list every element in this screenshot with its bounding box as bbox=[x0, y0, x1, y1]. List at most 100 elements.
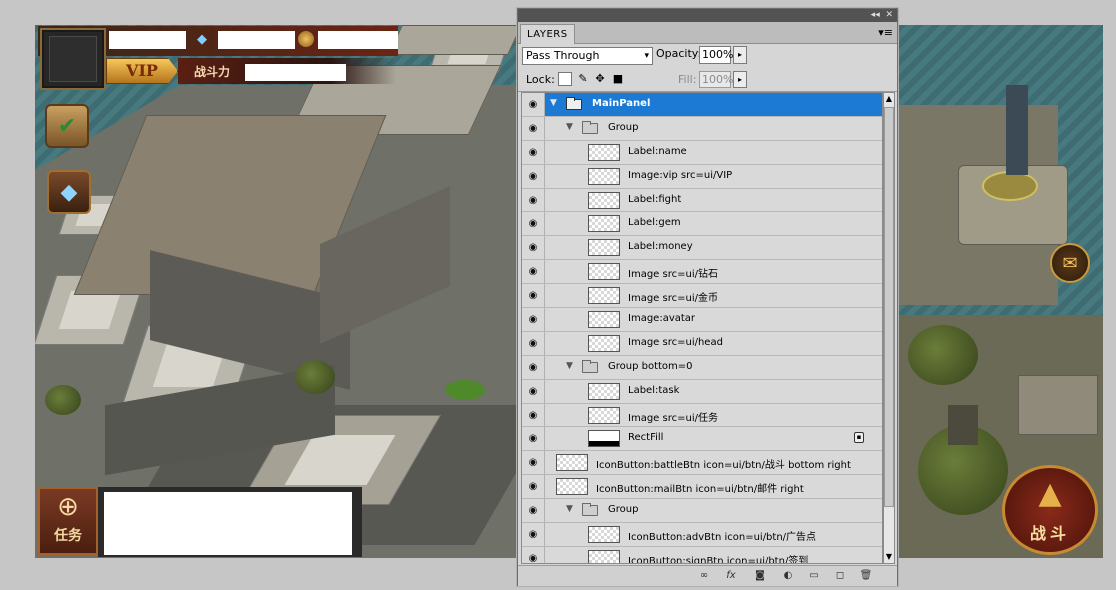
scroll-up-icon[interactable]: ▲ bbox=[884, 93, 894, 105]
layer-thumbnail bbox=[588, 287, 620, 305]
opacity-stepper[interactable]: ▸ bbox=[733, 46, 747, 64]
layer-thumbnail bbox=[588, 549, 620, 563]
layer-name: RectFill bbox=[628, 432, 664, 444]
eye-icon[interactable]: ◉ bbox=[522, 331, 545, 355]
add-mask-icon[interactable]: ◙ bbox=[752, 569, 768, 583]
battle-button[interactable]: ▲ 战斗 bbox=[1002, 465, 1098, 555]
eye-icon[interactable]: ◉ bbox=[522, 355, 545, 379]
layer-name: IconButton:battleBtn icon=ui/btn/战斗 bott… bbox=[596, 460, 851, 472]
adjustment-layer-icon[interactable]: ◐ bbox=[780, 569, 796, 583]
layer-row[interactable]: ◉ Image:vip src=ui/VIP bbox=[522, 164, 882, 189]
treasure-chest-icon[interactable]: ◆ bbox=[47, 170, 91, 214]
layer-name: Label:fight bbox=[628, 193, 682, 205]
eye-icon[interactable]: ◉ bbox=[522, 260, 545, 284]
eye-icon[interactable]: ◉ bbox=[522, 140, 545, 164]
eye-icon[interactable]: ◉ bbox=[522, 499, 545, 523]
lock-all-icon[interactable]: ■ bbox=[611, 72, 625, 86]
eye-icon[interactable]: ◉ bbox=[522, 212, 545, 236]
layer-name: Image src=ui/head bbox=[628, 336, 723, 348]
layer-name: Label:task bbox=[628, 384, 680, 396]
fight-label: 战斗力 bbox=[194, 65, 231, 79]
panel-tab-row: LAYERS ▾≡ bbox=[518, 22, 897, 44]
layer-row[interactable]: ◉ Label:money bbox=[522, 236, 882, 261]
eye-icon[interactable]: ◉ bbox=[522, 116, 545, 140]
layer-row[interactable]: ◉ RectFill ▪ bbox=[522, 427, 882, 452]
layer-row[interactable]: ◉ IconButton:battleBtn icon=ui/btn/战斗 bot… bbox=[522, 451, 882, 476]
helipad-mark bbox=[982, 171, 1038, 201]
layer-row[interactable]: ◉ IconButton:advBtn icon=ui/btn/广告点 bbox=[522, 523, 882, 547]
layer-row[interactable]: ◉ IconButton:signBtn icon=ui/btn/签到 bbox=[522, 546, 882, 563]
radar-tower bbox=[1006, 85, 1028, 175]
tree bbox=[295, 360, 335, 394]
eye-icon[interactable]: ◉ bbox=[522, 451, 545, 475]
eye-icon[interactable]: ◉ bbox=[522, 427, 545, 451]
layer-row[interactable]: ◉ Image src=ui/任务 bbox=[522, 403, 882, 428]
eye-icon[interactable]: ◉ bbox=[522, 475, 545, 499]
link-layers-icon[interactable]: ∞ bbox=[696, 569, 712, 583]
expand-triangle-icon[interactable]: ▼ bbox=[566, 504, 573, 514]
layer-name: Image:vip src=ui/VIP bbox=[628, 169, 733, 181]
layer-group-row[interactable]: ◉ ▼ Group bbox=[522, 499, 882, 524]
vip-badge[interactable]: VIP bbox=[106, 58, 178, 84]
avatar[interactable] bbox=[40, 28, 106, 90]
eye-icon[interactable]: ◉ bbox=[522, 164, 545, 188]
layer-row[interactable]: ◉ Label:name bbox=[522, 140, 882, 165]
game-scene-left bbox=[35, 25, 518, 558]
lock-brush-icon[interactable]: ✎ bbox=[576, 72, 590, 86]
blend-mode-value: Pass Through bbox=[526, 49, 600, 62]
layer-row[interactable]: ◉ Image src=ui/head bbox=[522, 331, 882, 356]
canvas: ◆ VIP 战斗力 ✔ ◆ ⊕ 任务 ✉ ▲ 战斗 ◂◂ ✕ LAYERS ▾≡… bbox=[0, 0, 1116, 590]
layer-row[interactable]: ◉ Image src=ui/金币 bbox=[522, 284, 882, 309]
panel-menu-icon[interactable]: ▾≡ bbox=[878, 26, 893, 39]
trash-icon[interactable]: 🗑 bbox=[858, 569, 874, 583]
layer-row[interactable]: ◉ Image src=ui/钻石 bbox=[522, 260, 882, 285]
expand-triangle-icon[interactable]: ▼ bbox=[566, 361, 573, 371]
layer-row[interactable]: ◉ IconButton:mailBtn icon=ui/btn/邮件 right bbox=[522, 475, 882, 500]
fill-field[interactable]: 100% bbox=[699, 71, 733, 88]
tab-layers[interactable]: LAYERS bbox=[520, 24, 575, 44]
eye-icon[interactable]: ◉ bbox=[522, 284, 545, 308]
opacity-field[interactable]: 100% bbox=[699, 46, 733, 64]
layer-row[interactable]: ◉ Label:task bbox=[522, 379, 882, 404]
lock-transparency-icon[interactable] bbox=[558, 72, 572, 86]
lock-move-icon[interactable]: ✥ bbox=[593, 72, 607, 86]
eye-icon[interactable]: ◉ bbox=[522, 379, 545, 403]
fx-icon[interactable]: fx bbox=[723, 569, 739, 583]
layer-thumbnail bbox=[588, 167, 620, 185]
layer-row[interactable]: ◉ Label:gem bbox=[522, 212, 882, 237]
new-layer-icon[interactable]: ◻ bbox=[832, 569, 848, 583]
task-button[interactable]: ⊕ 任务 bbox=[38, 487, 98, 555]
eye-icon[interactable]: ◉ bbox=[522, 546, 545, 563]
expand-triangle-icon[interactable]: ▼ bbox=[566, 122, 573, 132]
eye-icon[interactable]: ◉ bbox=[522, 236, 545, 260]
layer-thumbnail bbox=[556, 478, 588, 496]
mail-button[interactable]: ✉ bbox=[1050, 243, 1090, 283]
eye-icon[interactable]: ◉ bbox=[522, 523, 545, 546]
eye-icon[interactable]: ◉ bbox=[522, 93, 545, 116]
blend-mode-select[interactable]: Pass Through ▾ bbox=[522, 47, 653, 65]
eye-icon[interactable]: ◉ bbox=[522, 188, 545, 212]
layer-row[interactable]: ◉ Image:avatar bbox=[522, 308, 882, 332]
eye-icon[interactable]: ◉ bbox=[522, 308, 545, 331]
layer-group-row[interactable]: ◉ ▼ MainPanel bbox=[522, 93, 882, 117]
layers-scrollbar[interactable]: ▲ ▼ bbox=[883, 92, 895, 564]
layer-thumbnail bbox=[588, 191, 620, 209]
layer-group-row[interactable]: ◉ ▼ Group bbox=[522, 116, 882, 141]
quest-book-icon[interactable]: ✔ bbox=[45, 104, 89, 148]
scroll-down-icon[interactable]: ▼ bbox=[884, 551, 894, 563]
fill-stepper[interactable]: ▸ bbox=[733, 71, 747, 88]
layer-thumbnail bbox=[588, 263, 620, 281]
barracks bbox=[1018, 375, 1098, 435]
folder-icon bbox=[582, 359, 598, 373]
scroll-thumb[interactable] bbox=[884, 107, 894, 507]
new-group-icon[interactable]: ▭ bbox=[806, 569, 822, 583]
task-emblem-icon: ⊕ bbox=[57, 492, 79, 522]
expand-triangle-icon[interactable]: ▼ bbox=[550, 98, 557, 108]
layer-name: Label:gem bbox=[628, 217, 681, 229]
layer-row[interactable]: ◉ Label:fight bbox=[522, 188, 882, 213]
eye-icon[interactable]: ◉ bbox=[522, 403, 545, 427]
collapse-icon[interactable]: ◂◂ bbox=[871, 10, 880, 20]
diamond-icon: ◆ bbox=[197, 31, 207, 47]
close-icon[interactable]: ✕ bbox=[885, 10, 893, 20]
layer-group-row[interactable]: ◉ ▼ Group bottom=0 bbox=[522, 355, 882, 380]
